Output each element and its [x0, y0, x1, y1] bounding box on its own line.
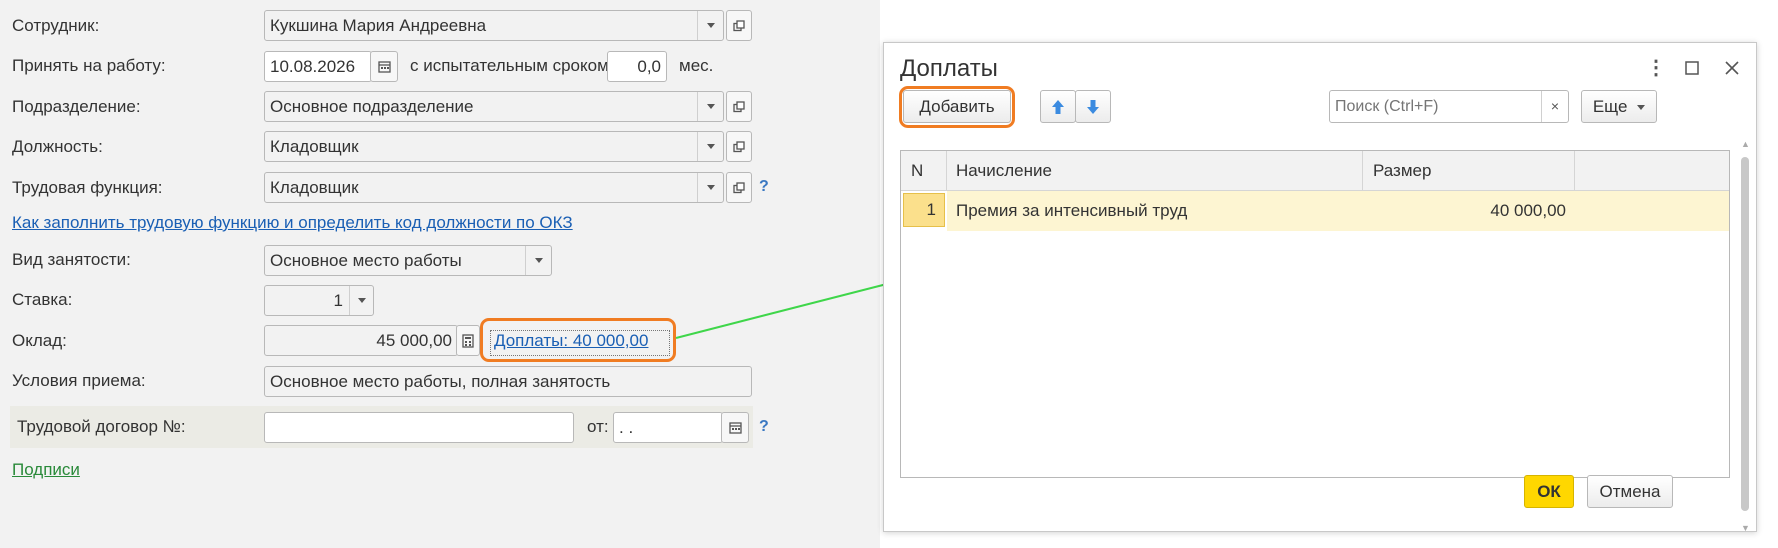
scroll-up-icon[interactable]: ▲	[1741, 139, 1750, 149]
dialog-scrollbar[interactable]: ▲ ▼	[1740, 139, 1750, 535]
search-clear-icon[interactable]: ×	[1541, 91, 1568, 122]
arrow-down-icon	[1087, 100, 1099, 114]
arrow-up-icon	[1052, 100, 1064, 114]
column-header-n[interactable]: N	[901, 151, 947, 191]
add-button-highlight	[899, 86, 1015, 128]
more-button[interactable]: Еще	[1581, 90, 1657, 123]
row-accrual-cell[interactable]: Премия за интенсивный труд	[947, 191, 1363, 231]
close-icon[interactable]	[1725, 61, 1739, 75]
extra-pay-dialog: Доплаты ⋮ Добавить × Еще N Начисление Ра…	[883, 42, 1757, 535]
search-box: ×	[1329, 90, 1569, 123]
scroll-down-icon[interactable]: ▼	[1741, 523, 1750, 533]
column-header-accrual[interactable]: Начисление	[947, 151, 1363, 191]
more-button-label: Еще	[1592, 97, 1628, 116]
search-input[interactable]	[1330, 91, 1538, 122]
move-down-button[interactable]	[1075, 90, 1111, 123]
ok-button[interactable]: ОК	[1524, 475, 1574, 508]
row-number-cell[interactable]: 1	[903, 193, 945, 227]
row-blank-cell	[1575, 191, 1729, 231]
more-options-icon[interactable]: ⋮	[1646, 55, 1666, 80]
dialog-title: Доплаты	[900, 55, 998, 82]
maximize-icon[interactable]	[1685, 61, 1699, 75]
column-header-blank	[1575, 151, 1729, 191]
move-up-button[interactable]	[1040, 90, 1076, 123]
chevron-down-icon	[1637, 105, 1646, 111]
cancel-button[interactable]: Отмена	[1587, 475, 1673, 508]
scroll-thumb[interactable]	[1741, 157, 1749, 511]
row-amount-cell[interactable]: 40 000,00	[1363, 191, 1575, 231]
column-header-amount[interactable]: Размер	[1363, 151, 1575, 191]
extra-pay-table: N Начисление Размер 1 Премия за интенсив…	[900, 150, 1730, 478]
